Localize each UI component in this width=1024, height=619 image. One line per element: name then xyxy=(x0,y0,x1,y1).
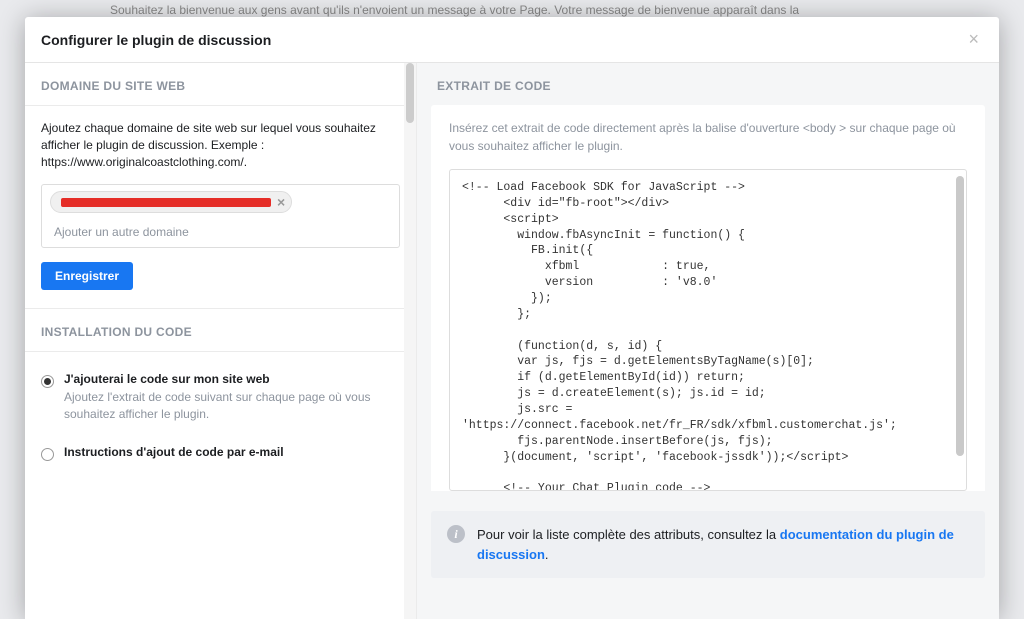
domain-description: Ajoutez chaque domaine de site web sur l… xyxy=(41,120,400,170)
radio-icon xyxy=(41,375,54,388)
domain-placeholder: Ajouter un autre domaine xyxy=(50,219,391,241)
code-description: Insérez cet extrait de code directement … xyxy=(449,119,967,155)
domain-chip: × xyxy=(50,191,292,213)
radio-option-email[interactable]: Instructions d'ajout de code par e-mail xyxy=(41,439,400,467)
radio-sublabel: Ajoutez l'extrait de code suivant sur ch… xyxy=(64,389,400,423)
modal-header: Configurer le plugin de discussion × xyxy=(25,17,999,63)
info-box: i Pour voir la liste complète des attrib… xyxy=(431,511,985,578)
close-icon[interactable]: × xyxy=(964,29,983,50)
left-scrollbar[interactable] xyxy=(404,63,416,619)
domain-section-header: DOMAINE DU SITE WEB xyxy=(25,63,416,106)
modal-body: DOMAINE DU SITE WEB Ajoutez chaque domai… xyxy=(25,63,999,619)
save-button[interactable]: Enregistrer xyxy=(41,262,133,290)
radio-label: Instructions d'ajout de code par e-mail xyxy=(64,445,284,459)
code-section-body: Insérez cet extrait de code directement … xyxy=(431,105,985,491)
radio-label: J'ajouterai le code sur mon site web xyxy=(64,372,400,386)
code-scrollbar-thumb[interactable] xyxy=(956,176,964,456)
radio-option-self[interactable]: J'ajouterai le code sur mon site web Ajo… xyxy=(41,366,400,429)
info-text: Pour voir la liste complète des attribut… xyxy=(477,525,969,564)
domain-input[interactable]: × Ajouter un autre domaine xyxy=(41,184,400,248)
code-section-header: EXTRAIT DE CODE xyxy=(417,63,999,105)
info-text-prefix: Pour voir la liste complète des attribut… xyxy=(477,527,780,542)
code-snippet-content: <!-- Load Facebook SDK for JavaScript --… xyxy=(450,170,966,491)
radio-icon xyxy=(41,448,54,461)
left-column: DOMAINE DU SITE WEB Ajoutez chaque domai… xyxy=(25,63,417,619)
right-column: EXTRAIT DE CODE Insérez cet extrait de c… xyxy=(417,63,999,619)
install-section-header: INSTALLATION DU CODE xyxy=(25,309,416,352)
config-modal: Configurer le plugin de discussion × DOM… xyxy=(25,17,999,619)
code-snippet-box[interactable]: <!-- Load Facebook SDK for JavaScript --… xyxy=(449,169,967,491)
info-icon: i xyxy=(447,525,465,543)
install-section-body: J'ajouterai le code sur mon site web Ajo… xyxy=(25,352,416,485)
domain-section-body: Ajoutez chaque domaine de site web sur l… xyxy=(25,106,416,309)
info-text-suffix: . xyxy=(545,547,549,562)
domain-chip-redacted xyxy=(61,198,271,207)
domain-chip-remove-icon[interactable]: × xyxy=(277,194,285,210)
modal-title: Configurer le plugin de discussion xyxy=(41,32,271,48)
left-scrollbar-thumb[interactable] xyxy=(406,63,414,123)
